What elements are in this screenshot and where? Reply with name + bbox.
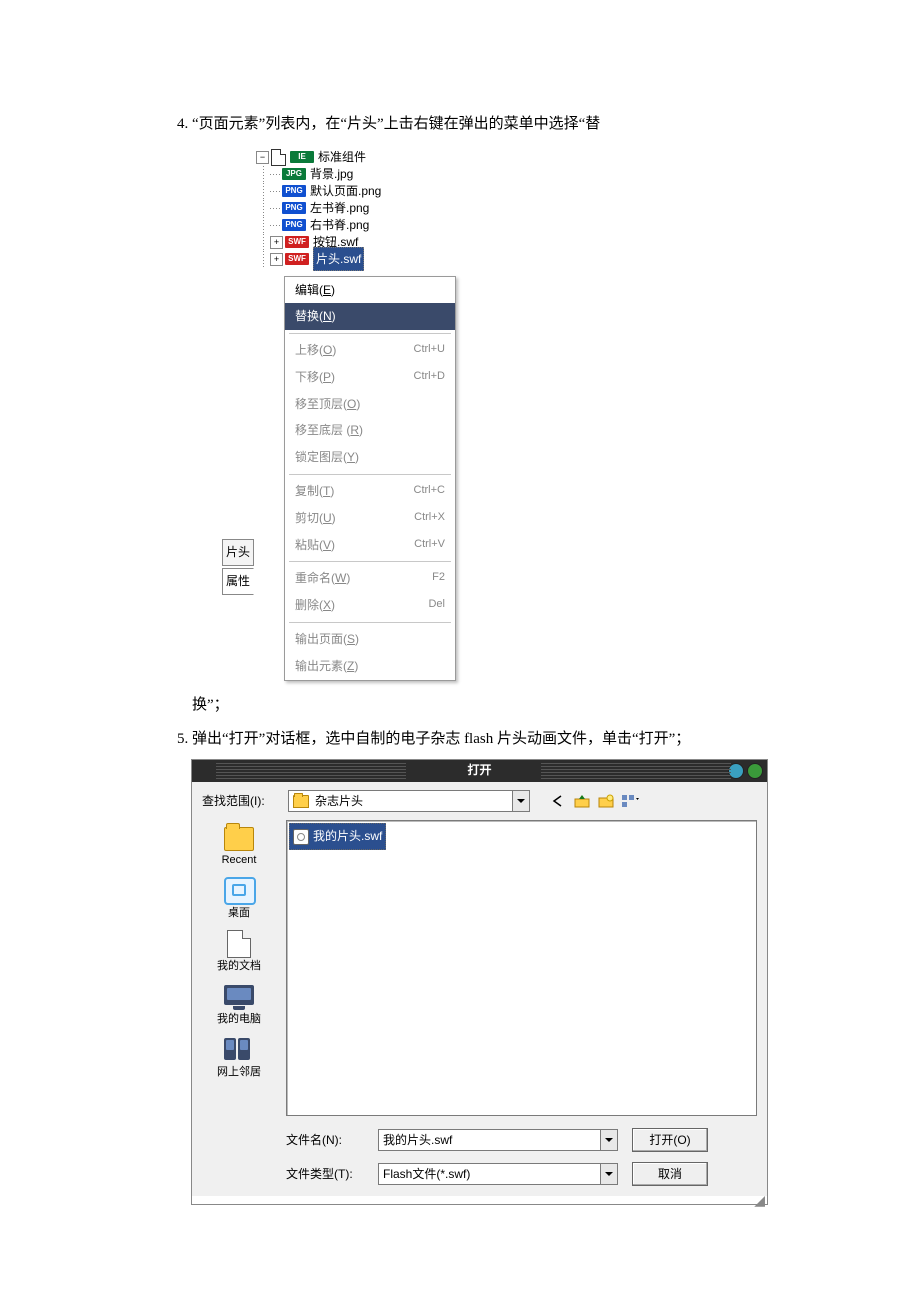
context-menu-item[interactable]: 粘贴(V)Ctrl+V (285, 532, 455, 559)
file-list[interactable]: 我的片头.swf (286, 820, 757, 1116)
context-menu-item[interactable]: 重命名(W)F2 (285, 565, 455, 592)
context-menu-item[interactable]: 锁定图层(Y) (285, 444, 455, 471)
place-computer[interactable]: 我的电脑 (217, 983, 261, 1030)
context-menu-item[interactable]: 上移(O)Ctrl+U (285, 337, 455, 364)
place-desktop[interactable]: 桌面 (224, 877, 254, 924)
context-menu-item[interactable]: 移至顶层(O) (285, 391, 455, 418)
menu-separator (289, 474, 451, 475)
place-documents[interactable]: 我的文档 (217, 930, 261, 977)
context-menu-item[interactable]: 输出元素(Z) (285, 653, 455, 680)
up-icon[interactable] (572, 792, 592, 810)
context-menu-item[interactable]: 移至底层 (R) (285, 417, 455, 444)
dialog-title: 打开 (467, 759, 491, 782)
context-menu-item[interactable]: 下移(P)Ctrl+D (285, 364, 455, 391)
context-menu-item[interactable]: 剪切(U)Ctrl+X (285, 505, 455, 532)
tree-view[interactable]: − IE 标准组件 JPG背景.jpg PNG默认页面.png PNG左书脊.p… (252, 145, 477, 270)
chevron-down-icon[interactable] (512, 791, 529, 811)
dialog-titlebar[interactable]: 打开 (192, 760, 767, 782)
filetype-label: 文件类型(T): (286, 1163, 364, 1186)
filename-input[interactable]: 我的片头.swf (378, 1129, 618, 1151)
chevron-down-icon[interactable] (600, 1164, 617, 1184)
ie-badge: IE (290, 151, 314, 163)
expand-icon[interactable]: + (270, 253, 283, 266)
close-icon[interactable] (747, 763, 763, 779)
chevron-down-icon[interactable] (600, 1130, 617, 1150)
context-menu[interactable]: 编辑(E)替换(N) 上移(O)Ctrl+U下移(P)Ctrl+D移至顶层(O)移… (284, 276, 456, 681)
menu-separator (289, 622, 451, 623)
context-menu-item[interactable]: 编辑(E) (285, 277, 455, 304)
step-4-text: “页面元素”列表内，在“片头”上击右键在弹出的菜单中选择“替 − IE 标准组件… (192, 110, 780, 719)
context-menu-item[interactable]: 复制(T)Ctrl+C (285, 478, 455, 505)
tree-item-selected[interactable]: 片头.swf (313, 247, 364, 272)
resize-grip-icon[interactable]: ◢ (192, 1196, 767, 1204)
lookin-label: 查找范围(I): (202, 790, 288, 813)
step-5-text: 弹出“打开”对话框，选中自制的电子杂志 flash 片头动画文件，单击“打开”；… (192, 725, 780, 1204)
swf-file-icon (293, 829, 309, 845)
menu-separator (289, 561, 451, 562)
context-menu-item[interactable]: 删除(X)Del (285, 592, 455, 619)
open-dialog: 打开 查找范围(I): 杂志片头 (192, 760, 767, 1205)
cancel-button[interactable]: 取消 (632, 1162, 708, 1186)
expand-icon[interactable]: + (270, 236, 283, 249)
place-network[interactable]: 网上邻居 (217, 1036, 261, 1083)
new-folder-icon[interactable] (596, 792, 616, 810)
context-menu-item[interactable]: 输出页面(S) (285, 626, 455, 653)
open-button[interactable]: 打开(O) (632, 1128, 708, 1152)
help-icon[interactable] (728, 763, 744, 779)
filetype-combo[interactable]: Flash文件(*.swf) (378, 1163, 618, 1185)
menu-separator (289, 333, 451, 334)
page-icon (271, 149, 286, 166)
context-menu-item[interactable]: 替换(N) (285, 303, 455, 330)
folder-icon (293, 795, 309, 808)
place-recent[interactable]: Recent (222, 824, 257, 871)
tree-context-figure: − IE 标准组件 JPG背景.jpg PNG默认页面.png PNG左书脊.p… (252, 145, 780, 685)
collapse-icon[interactable]: − (256, 151, 269, 164)
places-bar: Recent 桌面 我的文档 我的电脑 网上邻居 (202, 820, 276, 1116)
lookin-combo[interactable]: 杂志片头 (288, 790, 530, 812)
side-tab[interactable]: 属性 (222, 568, 254, 595)
filename-label: 文件名(N): (286, 1129, 364, 1152)
side-tab[interactable]: 片头 (222, 539, 254, 566)
back-icon[interactable] (548, 792, 568, 810)
views-icon[interactable] (620, 792, 640, 810)
open-dialog-figure: 打开 查找范围(I): 杂志片头 (192, 760, 780, 1205)
file-item-selected[interactable]: 我的片头.swf (289, 823, 386, 850)
